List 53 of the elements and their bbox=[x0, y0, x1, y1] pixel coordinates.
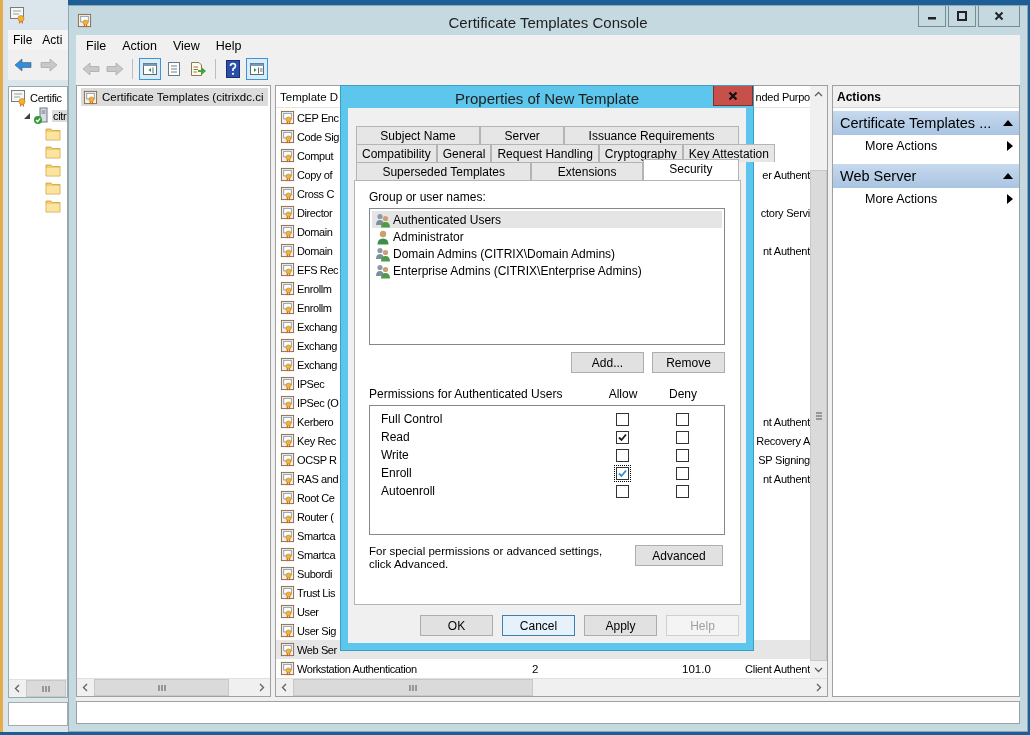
section-label: Group or user names: bbox=[369, 190, 487, 204]
table-cell: SP Signing bbox=[758, 453, 810, 466]
table-cell: EFS Rec bbox=[297, 263, 339, 276]
table-cell: Copy of bbox=[297, 168, 333, 181]
window-title: Certificate Templates Console bbox=[448, 13, 648, 31]
table-cell: User bbox=[297, 605, 319, 618]
table-cell: Subordi bbox=[297, 567, 333, 580]
table-cell: er Authent bbox=[762, 168, 810, 181]
table-cell: Enrollm bbox=[297, 301, 332, 314]
table-cell: IPSec bbox=[297, 377, 325, 390]
permission-name: Full Control bbox=[381, 412, 444, 426]
permission-name: Read bbox=[381, 430, 411, 444]
table-cell: Kerbero bbox=[297, 415, 334, 428]
table-cell: nt Authent bbox=[762, 244, 810, 257]
table-cell: CEP Enc bbox=[297, 111, 339, 124]
column-header: Allow bbox=[607, 387, 639, 401]
table-cell: Exchang bbox=[297, 358, 337, 371]
table-cell: IPSec (O bbox=[297, 396, 339, 409]
table-cell: nt Authent bbox=[762, 472, 810, 485]
table-cell: nt Authent bbox=[762, 415, 810, 428]
table-cell: Web Ser bbox=[297, 643, 337, 656]
section-label: Permissions for Authenticated Users bbox=[369, 387, 564, 401]
table-cell: 101.0 bbox=[682, 662, 711, 675]
table-cell: Smartca bbox=[297, 529, 336, 542]
table-cell: User Sig bbox=[297, 624, 336, 637]
permission-name: Enroll bbox=[381, 466, 413, 480]
table-cell: Root Ce bbox=[297, 491, 335, 504]
table-cell: Recovery A bbox=[756, 434, 810, 447]
table-cell: Client Authent bbox=[745, 662, 810, 675]
dialog-title: Properties of New Template bbox=[454, 89, 640, 108]
table-cell: Exchang bbox=[297, 320, 337, 333]
permission-name: Write bbox=[381, 448, 410, 462]
table-cell: Key Rec bbox=[297, 434, 336, 447]
table-cell: Director bbox=[297, 206, 333, 219]
table-cell: Smartca bbox=[297, 548, 336, 561]
table-cell: Code Sig bbox=[297, 130, 340, 143]
table-cell: Workstation Authentication bbox=[297, 662, 417, 675]
hint-text: For special permissions or advanced settings, click Advanced. bbox=[369, 545, 604, 571]
table-cell: Cross C bbox=[297, 187, 334, 200]
table-cell: 2 bbox=[532, 662, 539, 675]
permission-name: Autoenroll bbox=[381, 484, 437, 498]
table-cell: OCSP R bbox=[297, 453, 337, 466]
column-header: Deny bbox=[668, 387, 698, 401]
table-cell: RAS and bbox=[297, 472, 339, 485]
table-cell: Enrollm bbox=[297, 282, 332, 295]
pane-title: Actions bbox=[833, 86, 1019, 108]
table-cell: Domain bbox=[297, 225, 333, 238]
table-cell: Domain bbox=[297, 244, 333, 257]
table-cell: Router ( bbox=[297, 510, 334, 523]
table-cell: Exchang bbox=[297, 339, 337, 352]
table-cell: Trust Lis bbox=[297, 586, 336, 599]
table-cell: ctory Servi bbox=[760, 206, 810, 219]
table-cell: Comput bbox=[297, 149, 334, 162]
